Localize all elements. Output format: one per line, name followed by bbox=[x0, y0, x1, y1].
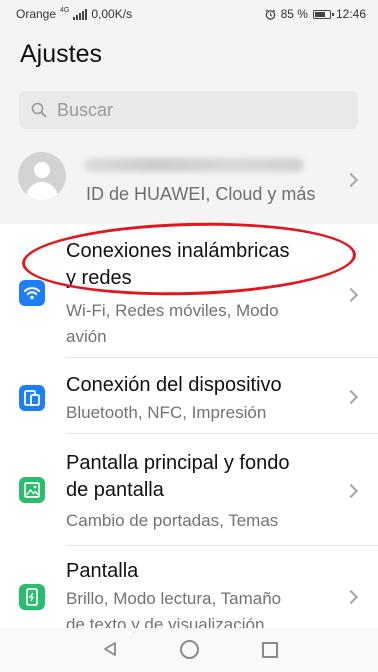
wallpaper-icon bbox=[19, 477, 45, 503]
signal-icon bbox=[73, 8, 88, 20]
status-left: Orange 4G 0,00K/s bbox=[16, 6, 133, 22]
settings-header: Ajustes Buscar bbox=[0, 28, 378, 158]
carrier-label: Orange bbox=[16, 7, 57, 21]
search-placeholder: Buscar bbox=[57, 100, 114, 120]
search-input[interactable]: Buscar bbox=[19, 91, 358, 129]
clock: 12:46 bbox=[335, 7, 366, 21]
item-title: Conexión del dispositivo bbox=[66, 374, 282, 396]
network-type: 4G bbox=[60, 6, 70, 14]
battery-icon bbox=[312, 9, 334, 19]
wifi-icon bbox=[19, 280, 45, 306]
account-subtitle: ID de HUAWEI, Cloud y más bbox=[86, 184, 316, 204]
huawei-account-row[interactable]: ID de HUAWEI, Cloud y más bbox=[0, 144, 378, 214]
chevron-right-icon bbox=[343, 172, 359, 188]
status-right: 85 % 12:46 bbox=[265, 7, 366, 21]
data-speed: 0,00K/s bbox=[91, 7, 133, 21]
device-connection-icon bbox=[19, 385, 45, 411]
battery-percent: 85 % bbox=[280, 7, 308, 21]
settings-item-display[interactable]: Pantalla Brillo, Modo lectura, Tamaño de… bbox=[0, 546, 378, 634]
chevron-right-icon bbox=[343, 589, 359, 605]
recent-apps-icon[interactable] bbox=[262, 642, 278, 658]
status-bar: Orange 4G 0,00K/s 85 % 12:46 bbox=[0, 0, 378, 28]
settings-item-home-screen-wallpaper[interactable]: Pantalla principal y fondo de pantalla C… bbox=[0, 434, 378, 546]
back-icon[interactable] bbox=[102, 641, 118, 657]
search-icon bbox=[31, 102, 47, 118]
chevron-right-icon bbox=[343, 389, 359, 405]
home-icon[interactable] bbox=[180, 640, 199, 659]
account-email-redacted bbox=[84, 156, 304, 174]
item-title: Pantalla principal y fondo de pantalla bbox=[66, 452, 290, 501]
item-title: Pantalla bbox=[66, 560, 139, 582]
alarm-icon bbox=[265, 8, 276, 20]
item-subtitle: Wi-Fi, Redes móviles, Modo avión bbox=[66, 301, 279, 346]
chevron-right-icon bbox=[343, 287, 359, 303]
page-title: Ajustes bbox=[20, 40, 102, 68]
item-subtitle: Cambio de portadas, Temas bbox=[66, 511, 279, 530]
settings-item-device-connection[interactable]: Conexión del dispositivo Bluetooth, NFC,… bbox=[0, 358, 378, 434]
chevron-right-icon bbox=[343, 483, 359, 499]
item-subtitle: Bluetooth, NFC, Impresión bbox=[66, 403, 267, 422]
navigation-bar bbox=[0, 628, 378, 672]
display-icon bbox=[19, 584, 45, 610]
avatar bbox=[18, 152, 66, 200]
